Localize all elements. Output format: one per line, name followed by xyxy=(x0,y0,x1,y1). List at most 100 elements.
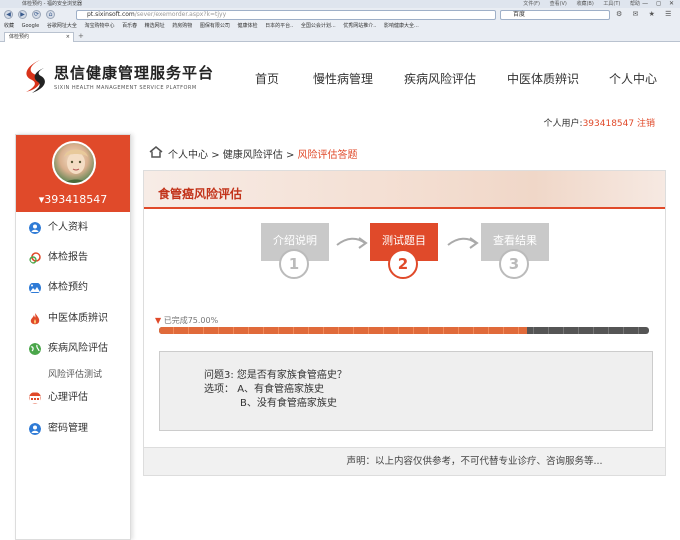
sidebar-item-psychology[interactable]: 心理评估 xyxy=(16,386,130,410)
lock-person-icon xyxy=(29,423,41,435)
browser-chrome: 体检预约 - 福的安全浏览器 文件(F) 查看(V) 收藏(B) 工具(T) 帮… xyxy=(0,0,680,42)
assessment-title: 食管癌风险评估 xyxy=(158,187,243,201)
step-label: 查看结果 xyxy=(493,234,537,247)
options-label: 选项： xyxy=(204,384,234,395)
progress-text: 已完成75.00% xyxy=(163,316,219,325)
avatar[interactable] xyxy=(52,141,96,185)
menu-favorites[interactable]: 收藏(B) xyxy=(576,1,593,7)
menu-file[interactable]: 文件(F) xyxy=(523,1,540,7)
user-id: 393418547 xyxy=(582,119,635,129)
sidebar-item-appointment[interactable]: 体检预约 xyxy=(16,276,130,300)
step-number: 1 xyxy=(279,249,309,279)
step-number: 2 xyxy=(388,249,418,279)
logout-link[interactable]: 注销 xyxy=(637,119,655,129)
sidebar-item-label: 中医体质辨识 xyxy=(48,313,108,324)
user-label: 个人用户: xyxy=(543,119,583,129)
fav-item[interactable]: 百乐春 xyxy=(122,23,137,29)
assessment-panel: 食管癌风险评估 介绍说明 1 测试题目 2 查看结果 3 ▼ 已完成75.00%… xyxy=(143,170,666,476)
sidebar-username[interactable]: ▾393418547 xyxy=(16,193,130,206)
breadcrumb: 个人中心 > 健康风险评估 > 风险评估答题 xyxy=(168,146,358,161)
url-domain: pt.sixinsoft.com xyxy=(87,11,135,18)
fav-item[interactable]: 图保有限公司 xyxy=(200,23,230,29)
step-results[interactable]: 查看结果 3 xyxy=(481,223,549,279)
progress-fill xyxy=(159,327,527,334)
sidebar-item-label: 密码管理 xyxy=(48,423,88,434)
new-tab-button[interactable]: + xyxy=(78,32,84,40)
step-number: 3 xyxy=(499,249,529,279)
search-box[interactable]: 百度 xyxy=(500,10,610,20)
refresh-button[interactable]: ⟳ xyxy=(32,10,41,19)
sidebar: ▾393418547 个人资料 体检报告 体检预约 中医体质辨识 疾病风险评估 … xyxy=(15,134,131,540)
sidebar-subitem-risk-test[interactable]: 风险评估测试 xyxy=(48,367,102,380)
question-box: 问题3: 您是否有家族食管癌史？ 选项： A、有食管癌家族史 B、没有食管癌家族… xyxy=(159,351,653,431)
tab-row: 体检预约 × + xyxy=(0,31,680,42)
menu-view[interactable]: 查看(V) xyxy=(550,1,567,7)
home-icon[interactable] xyxy=(149,146,163,158)
step-arrow-icon xyxy=(447,237,479,249)
panel-header: 食管癌风险评估 xyxy=(144,171,665,209)
image-icon xyxy=(29,283,41,293)
fav-item[interactable]: 药房购物 xyxy=(172,23,192,29)
fav-item[interactable]: 影响健康大全... xyxy=(384,23,419,29)
sidebar-item-label: 个人资料 xyxy=(48,222,88,233)
menu-help[interactable]: 帮助 xyxy=(630,1,640,7)
menu-bar: 文件(F) 查看(V) 收藏(B) 工具(T) 帮助 xyxy=(515,0,640,7)
nav-disease-risk[interactable]: 疾病风险评估 xyxy=(404,70,476,87)
forward-button[interactable]: ▶ xyxy=(18,10,27,19)
breadcrumb-home[interactable]: 个人中心 xyxy=(168,150,208,161)
sidebar-item-password[interactable]: 密码管理 xyxy=(16,417,130,441)
fav-item[interactable]: 精选网址 xyxy=(145,23,165,29)
address-bar[interactable]: pt.sixinsoft.com/sever/exemorder.aspx?k=… xyxy=(76,10,496,20)
nav-personal-center[interactable]: 个人中心 xyxy=(609,70,657,87)
sidebar-item-label: 体检报告 xyxy=(48,252,88,263)
calendar-icon xyxy=(29,392,41,404)
sidebar-item-report[interactable]: 体检报告 xyxy=(16,246,130,270)
browser-tab[interactable]: 体检预约 × xyxy=(4,32,74,42)
fav-item[interactable]: 健康体检 xyxy=(238,23,258,29)
fav-item[interactable]: 日本的平台.. xyxy=(265,23,293,29)
tab-label: 体检预约 xyxy=(9,34,30,40)
step-label: 测试题目 xyxy=(382,234,426,247)
step-questions[interactable]: 测试题目 2 xyxy=(370,223,438,279)
step-arrow-icon xyxy=(336,237,368,249)
fav-item[interactable]: 全国公会计划... xyxy=(301,23,336,29)
breadcrumb-separator: > xyxy=(211,150,220,161)
sidebar-item-tcm[interactable]: 中医体质辨识 xyxy=(16,307,130,331)
profile-card: ▾393418547 xyxy=(16,135,130,212)
fav-item[interactable]: 淘宝购物中心 xyxy=(84,23,114,29)
navigation-row: ◀ ▶ ⟳ ⌂ pt.sixinsoft.com/sever/exemorder… xyxy=(0,8,680,22)
fav-item[interactable]: Google xyxy=(22,23,40,29)
logo-icon xyxy=(26,60,45,93)
report-icon xyxy=(29,252,41,264)
breadcrumb-middle[interactable]: 健康风险评估 xyxy=(223,150,283,161)
url-path: /sever/exemorder.aspx?k=tjyy xyxy=(134,11,227,18)
fav-item[interactable]: 优秀网站推介.. xyxy=(343,23,376,29)
back-button[interactable]: ◀ xyxy=(4,10,13,19)
site-logo-subtitle: SIXIN HEALTH MANAGEMENT SERVICE PLATFORM xyxy=(54,85,197,91)
step-intro[interactable]: 介绍说明 1 xyxy=(261,223,329,279)
option-row: 选项： A、有食管癌家族史 xyxy=(204,380,324,395)
fav-item[interactable]: 谷歌网址大全 xyxy=(47,23,77,29)
flame-icon xyxy=(30,313,40,325)
site-logo-text[interactable]: 思信健康管理服务平台 xyxy=(54,62,214,83)
option-row: B、没有食管癌家族史 xyxy=(240,394,337,409)
sidebar-item-profile[interactable]: 个人资料 xyxy=(16,216,130,240)
user-bar: 个人用户:393418547 注销 xyxy=(544,116,655,129)
window-controls[interactable]: — ◻ ✕ xyxy=(642,0,677,7)
menu-tools[interactable]: 工具(T) xyxy=(603,1,620,7)
globe-icon xyxy=(29,343,41,355)
nav-home[interactable]: 首页 xyxy=(255,70,279,87)
fav-item[interactable]: 收藏 xyxy=(4,23,14,29)
home-button[interactable]: ⌂ xyxy=(46,10,55,19)
progress-marker-icon: ▼ xyxy=(155,316,162,325)
nav-chronic-disease[interactable]: 慢性病管理 xyxy=(313,70,373,87)
tab-close-icon[interactable]: × xyxy=(66,33,70,42)
title-bar: 体检预约 - 福的安全浏览器 文件(F) 查看(V) 收藏(B) 工具(T) 帮… xyxy=(0,0,680,8)
nav-tcm-constitution[interactable]: 中医体质辨识 xyxy=(507,70,579,87)
sidebar-item-risk[interactable]: 疾病风险评估 xyxy=(16,337,130,361)
window-title: 体检预约 - 福的安全浏览器 xyxy=(22,1,82,7)
progress-bar xyxy=(159,327,649,334)
option-b[interactable]: B、没有食管癌家族史 xyxy=(240,398,337,409)
search-engine: 百度 xyxy=(513,11,526,18)
toolbar-icons[interactable]: ⚙ ✉ ★ ☰ xyxy=(616,10,675,18)
